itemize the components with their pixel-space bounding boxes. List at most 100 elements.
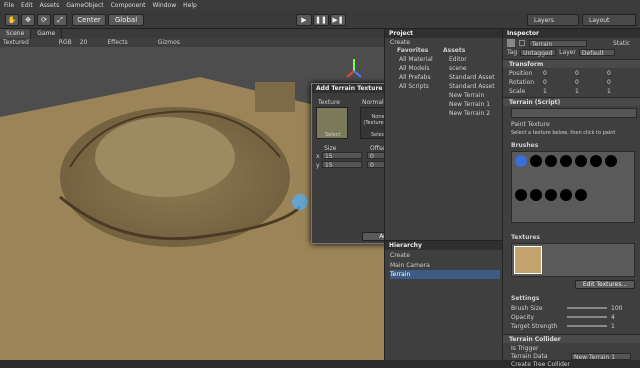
menu-window[interactable]: Window <box>152 2 176 9</box>
favorite-item[interactable]: All Models <box>399 64 433 73</box>
assets-list: Editor scene Standard Asset Standard Ass… <box>449 55 495 118</box>
texture-slot[interactable]: Select <box>316 107 348 139</box>
static-checkbox[interactable]: Static <box>613 40 630 47</box>
asset-item[interactable]: Standard Asset <box>449 73 495 82</box>
size-y-input[interactable]: 15 <box>322 161 362 169</box>
hand-tool-icon[interactable]: ✋ <box>5 14 19 26</box>
rotate-tool-icon[interactable]: ⟳ <box>37 14 51 26</box>
brush-size-slider[interactable] <box>567 307 607 309</box>
brush-icon[interactable] <box>530 155 542 167</box>
target-strength-value[interactable]: 1 <box>611 323 615 330</box>
scale-x[interactable]: 1 <box>543 88 575 95</box>
texture-thumb[interactable] <box>514 246 542 274</box>
assets-label: Assets <box>443 47 466 54</box>
brush-icon[interactable] <box>515 188 527 201</box>
menu-help[interactable]: Help <box>183 2 197 9</box>
pivot-button[interactable]: Center <box>72 14 106 26</box>
tag-dropdown[interactable]: Untagged <box>520 48 557 57</box>
favorite-item[interactable]: All Prefabs <box>399 73 433 82</box>
brush-icon[interactable] <box>545 155 557 167</box>
brush-icon[interactable] <box>605 155 617 167</box>
space-button[interactable]: Global <box>108 14 144 26</box>
asset-item[interactable]: Editor <box>449 55 495 64</box>
brush-icon[interactable] <box>560 188 572 201</box>
brush-icon[interactable] <box>590 155 602 167</box>
effects-dropdown[interactable]: Effects <box>107 39 127 46</box>
hierarchy-item-terrain[interactable]: Terrain <box>390 270 500 279</box>
brush-grid[interactable] <box>511 151 635 223</box>
terrain-data-label: Terrain Data <box>511 352 548 360</box>
play-button[interactable]: ▶ <box>296 14 312 26</box>
inspector-title-label: Inspector <box>507 30 539 37</box>
scene-gizmo-icon[interactable] <box>345 57 363 85</box>
terrain-data-field[interactable]: New Terrain 1 <box>571 352 631 361</box>
asset-item[interactable]: New Terrain <box>449 91 495 100</box>
inspector-panel: Inspector Terrain Static Tag Untagged La… <box>502 29 640 368</box>
hierarchy-item-main-camera[interactable]: Main Camera <box>390 261 500 270</box>
layout-dropdown[interactable]: Layout <box>582 14 636 26</box>
terrain-script-header[interactable]: Terrain (Script) <box>503 97 640 106</box>
menu-component[interactable]: Component <box>111 2 146 9</box>
layers-label: Layers <box>534 16 554 24</box>
rotation-y[interactable]: 0 <box>575 79 607 86</box>
asset-item[interactable]: New Terrain 2 <box>449 109 495 118</box>
brush-icon[interactable] <box>530 188 542 201</box>
color-mode-dropdown[interactable]: RGB <box>59 39 72 46</box>
pause-button[interactable]: ❚❚ <box>313 14 329 26</box>
move-tool-icon[interactable]: ✥ <box>21 14 35 26</box>
layers-dropdown[interactable]: Layers <box>527 14 579 26</box>
brush-size-value[interactable]: 100 <box>611 305 622 312</box>
scale-tool-icon[interactable]: ⤢ <box>53 14 67 26</box>
favorite-item[interactable]: All Material <box>399 55 433 64</box>
object-name-field[interactable]: Terrain <box>529 39 587 48</box>
paint-hint: Select a texture below, then click to pa… <box>511 130 616 136</box>
target-strength-label: Target Strength <box>511 322 558 330</box>
active-checkbox[interactable] <box>519 40 525 46</box>
asset-item[interactable]: New Terrain 1 <box>449 100 495 109</box>
position-y[interactable]: 0 <box>575 70 607 77</box>
layer-dropdown[interactable]: Default <box>578 48 615 57</box>
brush-size-label: Brush Size <box>511 304 543 312</box>
rotation-x[interactable]: 0 <box>543 79 575 86</box>
brush-icon[interactable] <box>545 188 557 201</box>
gizmos-dropdown[interactable]: Gizmos <box>158 39 180 46</box>
target-strength-slider[interactable] <box>567 325 607 327</box>
opacity-value[interactable]: 4 <box>611 314 615 321</box>
menu-file[interactable]: File <box>4 2 14 9</box>
step-button[interactable]: ▶❚ <box>330 14 346 26</box>
size-x-input[interactable]: 15 <box>322 152 362 160</box>
terrain-tool-strip[interactable] <box>511 108 637 118</box>
scale-y[interactable]: 1 <box>575 88 607 95</box>
menu-edit[interactable]: Edit <box>21 2 33 9</box>
brush-icon[interactable] <box>575 155 587 167</box>
hierarchy-panel: Hierarchy Create Main Camera Terrain <box>384 240 502 360</box>
rotation-z[interactable]: 0 <box>607 79 611 86</box>
position-x[interactable]: 0 <box>543 70 575 77</box>
brush-icon[interactable] <box>560 155 572 167</box>
brush-icon[interactable] <box>515 155 527 167</box>
scale-z[interactable]: 1 <box>607 88 611 95</box>
project-create-dropdown[interactable]: Create <box>390 39 410 46</box>
hierarchy-create-dropdown[interactable]: Create <box>390 252 410 259</box>
render-mode-dropdown[interactable]: Textured <box>3 39 29 46</box>
terrain-collider-header[interactable]: Terrain Collider <box>503 334 640 343</box>
create-tree-collider-label: Create Tree Collider <box>511 360 571 368</box>
favorite-item[interactable]: All Scripts <box>399 82 433 91</box>
tab-game[interactable]: Game <box>31 29 63 38</box>
textures-grid[interactable] <box>511 243 635 277</box>
favorites-list: All Material All Models All Prefabs All … <box>399 55 433 91</box>
tab-scene[interactable]: Scene <box>0 29 32 38</box>
opacity-slider[interactable] <box>567 316 607 318</box>
position-z[interactable]: 0 <box>607 70 611 77</box>
asset-item[interactable]: Standard Asset <box>449 82 495 91</box>
transform-header[interactable]: Transform <box>503 59 640 68</box>
texture-label: Texture <box>318 99 340 106</box>
edit-textures-button[interactable]: Edit Textures... <box>575 280 635 289</box>
brush-icon[interactable] <box>575 188 587 201</box>
asset-item[interactable]: scene <box>449 64 495 73</box>
menu-assets[interactable]: Assets <box>40 2 60 9</box>
texture-select[interactable]: Select <box>325 132 340 138</box>
menu-gameobject[interactable]: GameObject <box>66 2 103 9</box>
target-strength-row: Target Strength 1 <box>511 322 637 330</box>
brush-size-row: Brush Size 100 <box>511 304 637 312</box>
